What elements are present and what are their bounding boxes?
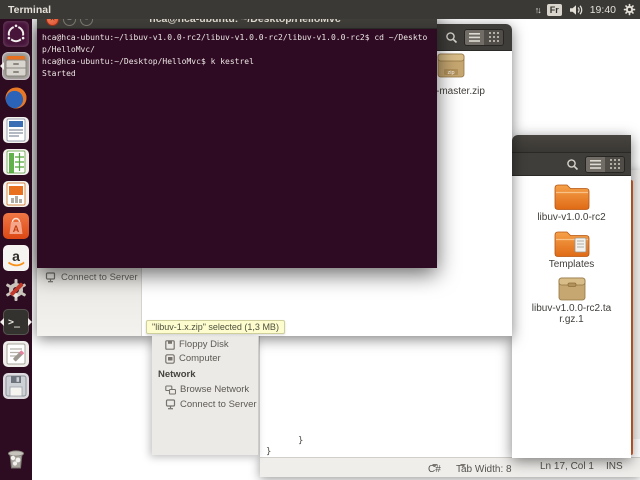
clock[interactable]: 19:40 <box>590 4 616 16</box>
launcher-files-icon[interactable] <box>3 53 29 79</box>
file-name: libuv-v1.0.0-rc2 <box>537 212 606 223</box>
nautilus-sidebar: Connect to Server <box>37 268 142 336</box>
terminal-output[interactable]: hca@hca-ubuntu:~/libuv-v1.0.0-rc2/libuv-… <box>37 29 437 83</box>
file-name: libuv-v1.0.0-rc2.tar.gz.1 <box>531 303 612 325</box>
running-indicator-arrow <box>0 318 4 326</box>
archive-zip-icon: zip <box>437 53 465 78</box>
sidebar-item-label: Computer <box>179 353 221 364</box>
gedit-status-bar: C# Tab Width: 8 Ln 17, Col 1 INS <box>260 457 640 477</box>
insert-mode-indicator: INS <box>606 461 623 472</box>
sidebar-item-floppy-disk[interactable]: Floppy Disk <box>165 339 229 350</box>
running-indicator-arrow <box>0 62 4 70</box>
sidebar-section-network: Network <box>158 369 196 380</box>
focused-indicator-arrow <box>28 318 32 326</box>
unity-launcher: A a >_ <box>0 19 32 480</box>
terminal-line: Started <box>42 69 76 78</box>
terminal-window[interactable]: ✕ – ▫ hca@hca-ubuntu: ~/Desktop/HelloMvc… <box>37 10 437 268</box>
file-name: Templates <box>548 259 595 270</box>
selection-status-tooltip: "libuv-1.x.zip" selected (1,3 MB) <box>146 320 285 334</box>
launcher-terminal-icon[interactable]: >_ <box>3 309 29 335</box>
desktop: } } C# Tab Width: 8 Ln 17, Col 1 INS lib… <box>0 0 640 480</box>
zip-badge: zip <box>447 70 454 76</box>
launcher-libreoffice-impress-icon[interactable] <box>3 181 29 207</box>
top-panel: Terminal ↑↓ Fr 19:40 <box>0 0 640 19</box>
connect-to-server-icon <box>45 272 56 283</box>
chevron-down-icon <box>432 464 438 470</box>
sidebar-item-label: Floppy Disk <box>179 339 229 350</box>
connect-to-server-icon <box>165 399 176 410</box>
terminal-line: p/HelloMvc/ <box>42 45 95 54</box>
active-app-title: Terminal <box>8 3 51 16</box>
file-item[interactable]: libuv-v1.0.0-rc2 <box>524 183 620 223</box>
svg-text:>_: >_ <box>8 317 21 328</box>
grid-view-button[interactable] <box>605 156 624 172</box>
grid-view-button[interactable] <box>484 29 503 45</box>
svg-text:A: A <box>13 224 20 234</box>
terminal-line: hca@hca-ubuntu:~/libuv-v1.0.0-rc2/libuv-… <box>42 33 428 42</box>
launcher-software-center-icon[interactable]: A <box>3 213 29 239</box>
session-gear-icon[interactable] <box>623 3 636 16</box>
nautilus-content: libuv-v1.0.0-rc2 Templates libuv-v1.0.0-… <box>512 176 631 325</box>
launcher-dash-icon[interactable] <box>3 21 29 47</box>
launcher-firefox-icon[interactable] <box>3 85 29 111</box>
window-titlebar[interactable] <box>512 135 631 153</box>
file-name: -master.zip <box>436 86 485 97</box>
file-item[interactable]: Templates <box>524 230 620 270</box>
code-fragment: } <box>266 447 272 457</box>
sidebar-item-connect-to-server[interactable]: Connect to Server <box>165 399 257 410</box>
browse-network-icon <box>165 384 176 395</box>
list-view-icon <box>469 32 480 42</box>
launcher-system-settings-icon[interactable] <box>3 277 29 303</box>
launcher-libreoffice-writer-icon[interactable] <box>3 117 29 143</box>
sidebar-item-browse-network[interactable]: Browse Network <box>165 384 249 395</box>
launcher-libreoffice-calc-icon[interactable] <box>3 149 29 175</box>
file-manager-places-sidebar: Floppy Disk Computer Network Browse Netw… <box>152 336 259 455</box>
floppy-disk-icon <box>165 339 175 350</box>
grid-view-icon <box>609 159 620 169</box>
svg-text:a: a <box>12 248 20 264</box>
launcher-trash-icon[interactable] <box>3 445 29 471</box>
launcher-floppy-icon[interactable] <box>3 373 29 399</box>
computer-icon <box>165 353 175 364</box>
list-view-icon <box>590 159 601 169</box>
terminal-line: hca@hca-ubuntu:~/Desktop/HelloMvc$ k kes… <box>42 57 254 66</box>
launcher-amazon-icon[interactable]: a <box>3 245 29 271</box>
sidebar-item-connect-to-server[interactable]: Connect to Server <box>37 268 141 283</box>
folder-templates-icon <box>554 231 589 257</box>
folder-icon <box>554 184 589 210</box>
sidebar-item-computer[interactable]: Computer <box>165 353 221 364</box>
network-indicator-icon[interactable]: ↑↓ <box>535 5 542 15</box>
file-item[interactable]: zip -master.zip <box>436 53 508 97</box>
nautilus-toolbar <box>512 153 631 176</box>
list-view-button[interactable] <box>465 29 484 45</box>
sidebar-item-label: Browse Network <box>180 384 250 395</box>
grid-view-icon <box>488 32 499 42</box>
sidebar-item-label: Connect to Server <box>61 272 138 283</box>
chevron-down-icon <box>460 464 466 470</box>
code-fragment: } <box>298 436 304 446</box>
keyboard-layout-indicator[interactable]: Fr <box>546 3 562 16</box>
archive-icon <box>558 277 585 301</box>
sidebar-item-label: Connect to Server <box>180 399 257 410</box>
search-icon[interactable] <box>445 31 458 44</box>
launcher-gedit-icon[interactable] <box>3 341 29 367</box>
file-item[interactable]: libuv-v1.0.0-rc2.tar.gz.1 <box>524 277 620 325</box>
cursor-position: Ln 17, Col 1 <box>540 461 594 472</box>
list-view-button[interactable] <box>586 156 605 172</box>
search-icon[interactable] <box>566 158 579 171</box>
volume-icon[interactable] <box>569 4 583 16</box>
file-manager-window-right[interactable]: libuv-v1.0.0-rc2 Templates libuv-v1.0.0-… <box>512 135 631 458</box>
